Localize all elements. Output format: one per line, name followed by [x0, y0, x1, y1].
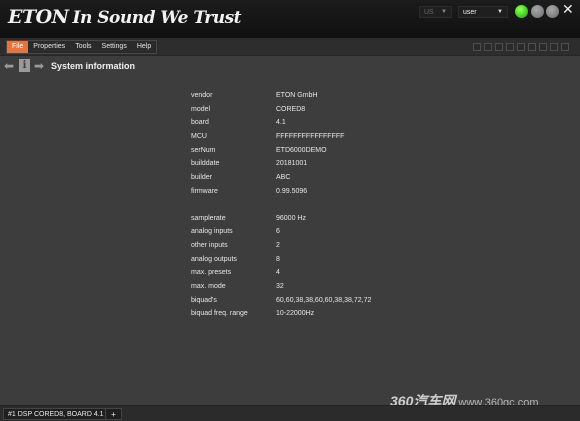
eton-logo: ETON In Sound We Trust [8, 6, 242, 28]
info-key: analog inputs [191, 228, 233, 236]
quick-access-button[interactable] [484, 43, 492, 51]
info-key: builddate [191, 160, 220, 168]
info-key: MCU [191, 133, 207, 141]
info-value: 6 [276, 228, 280, 236]
info-value: ABC [276, 174, 291, 182]
info-key: board [191, 119, 209, 127]
system-info-table: vendor ETON GmbH model CORED8 board 4.1 MCU… [191, 89, 411, 321]
info-row-model: model CORED8 [191, 103, 411, 117]
info-row-mcu: MCU FFFFFFFFFFFFFFFF [191, 130, 411, 144]
menu-tools[interactable]: Tools [70, 41, 96, 53]
info-row-firmware: firmware 0.99.5096 [191, 185, 411, 199]
chevron-down-icon: ▼ [441, 9, 447, 15]
info-key: vendor [191, 92, 213, 99]
info-row-max-presets: max. presets 4 [191, 266, 411, 280]
quick-access-button[interactable] [517, 43, 525, 51]
forward-arrow-icon[interactable]: ➡ [34, 60, 44, 72]
title-bar: ETON In Sound We Trust US ▼ user ▼ ✕ [0, 0, 580, 38]
toolbar: ⬅ i ➡ System information [0, 57, 580, 75]
info-value: 2 [276, 241, 280, 249]
info-value: ETON GmbH [276, 92, 318, 99]
brand-slogan: In Sound We Trust [72, 8, 242, 28]
info-value: 10-22000Hz [276, 310, 315, 318]
info-value: 60,60,38,38,60,60,38,38,72,72 [276, 296, 372, 304]
quick-access-button[interactable] [495, 43, 503, 51]
language-select[interactable]: US ▼ [419, 6, 452, 18]
device-tab-bar: #1 DSP CORED8, BOARD 4.1 + [0, 405, 580, 421]
back-arrow-icon[interactable]: ⬅ [4, 60, 14, 72]
menu-settings[interactable]: Settings [97, 41, 132, 53]
info-value: 32 [276, 282, 284, 290]
info-key: biquad freq. range [191, 310, 248, 318]
main-menu: File Properties Tools Settings Help [6, 40, 158, 54]
info-value: 96000 Hz [276, 214, 306, 222]
info-key: model [191, 105, 211, 113]
menu-bar: File Properties Tools Settings Help [0, 38, 580, 56]
info-row-builddate: builddate 20181001 [191, 157, 411, 171]
info-row-other-inputs: other inputs 2 [191, 239, 411, 253]
info-key: analog outputs [191, 255, 237, 263]
chevron-down-icon: ▼ [497, 9, 503, 15]
quick-access-button[interactable] [473, 43, 481, 51]
info-value: 0.99.5096 [276, 187, 308, 195]
menu-help[interactable]: Help [132, 41, 156, 53]
info-row-analog-outputs: analog outputs 8 [191, 253, 411, 267]
info-key: other inputs [191, 241, 228, 249]
info-icon[interactable]: i [19, 59, 30, 72]
info-value: ETD6000DEMO [276, 146, 327, 154]
info-value: 8 [276, 255, 280, 263]
language-value: US [424, 8, 434, 16]
info-key: biquad's [191, 296, 217, 304]
info-row-vendor: vendor ETON GmbH [191, 89, 411, 103]
info-row-samplerate: samplerate 96000 Hz [191, 212, 411, 226]
quick-access-buttons [473, 43, 569, 51]
minimize-button[interactable] [531, 5, 544, 18]
info-value: FFFFFFFFFFFFFFFF [276, 133, 345, 141]
quick-access-button[interactable] [528, 43, 536, 51]
info-row-biquad-freq-range: biquad freq. range 10-22000Hz [191, 307, 411, 321]
info-key: max. mode [191, 282, 226, 290]
brand-name: ETON [8, 6, 69, 28]
info-key: firmware [191, 187, 218, 195]
quick-access-button[interactable] [550, 43, 558, 51]
user-value: user [463, 8, 477, 16]
info-key: max. presets [191, 269, 232, 277]
quick-access-button[interactable] [539, 43, 547, 51]
menu-properties[interactable]: Properties [28, 41, 70, 53]
info-value: 4 [276, 269, 280, 277]
info-row-sernum: serNum ETD6000DEMO [191, 144, 411, 158]
quick-access-button[interactable] [561, 43, 569, 51]
device-tab[interactable]: #1 DSP CORED8, BOARD 4.1 [3, 408, 109, 420]
info-value: 20181001 [276, 160, 308, 168]
close-icon[interactable]: ✕ [562, 2, 574, 18]
user-select[interactable]: user ▼ [458, 6, 508, 18]
info-value: CORED8 [276, 105, 306, 113]
info-key: serNum [191, 146, 216, 154]
info-key: builder [191, 174, 213, 182]
info-row-max-mode: max. mode 32 [191, 280, 411, 294]
maximize-button[interactable] [546, 5, 559, 18]
quick-access-button[interactable] [506, 43, 514, 51]
info-row-analog-inputs: analog inputs 6 [191, 225, 411, 239]
info-value: 4.1 [276, 119, 286, 127]
add-device-tab-button[interactable]: + [105, 408, 122, 420]
info-row-biquads: biquad's 60,60,38,38,60,60,38,38,72,72 [191, 294, 411, 308]
page-title: System information [51, 61, 136, 71]
info-row-board: board 4.1 [191, 116, 411, 130]
connection-status-indicator[interactable] [515, 5, 528, 18]
info-key: samplerate [191, 214, 226, 222]
info-row-builder: builder ABC [191, 171, 411, 185]
menu-file[interactable]: File [7, 41, 29, 53]
